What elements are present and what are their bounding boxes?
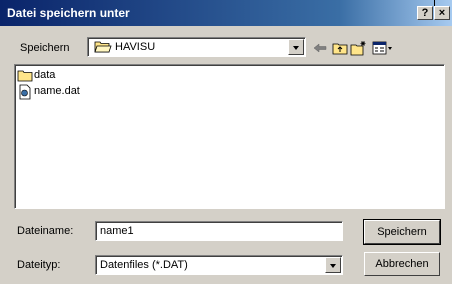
save-button[interactable]: Speichern <box>363 219 441 245</box>
filetype-dropdown-button[interactable] <box>325 257 341 273</box>
current-folder-name: HAVISU <box>115 41 156 53</box>
help-button[interactable]: ? <box>417 6 433 20</box>
filetype-select[interactable]: Datenfiles (*.DAT) <box>95 255 343 275</box>
file-list[interactable]: data name.dat <box>14 64 445 209</box>
filetype-value: Datenfiles (*.DAT) <box>100 259 188 271</box>
save-in-dropdown[interactable]: HAVISU <box>87 37 306 57</box>
filename-input[interactable]: name1 <box>95 221 343 241</box>
view-menu-icon[interactable] <box>372 40 394 56</box>
filename-label: Dateiname: <box>17 225 74 237</box>
back-arrow-icon[interactable] <box>312 40 328 56</box>
title-bar: Datei speichern unter ? × <box>0 0 452 26</box>
file-name: data <box>34 69 56 81</box>
folder-icon <box>17 70 33 82</box>
frame-edge <box>434 0 435 6</box>
up-folder-icon[interactable] <box>332 40 348 56</box>
cancel-button[interactable]: Abbrechen <box>364 252 440 276</box>
filename-value: name1 <box>100 225 134 237</box>
close-button[interactable]: × <box>434 6 450 20</box>
save-in-dropdown-button[interactable] <box>288 39 304 55</box>
new-folder-icon[interactable] <box>350 40 366 56</box>
open-folder-icon <box>94 41 112 53</box>
save-in-label: Speichern <box>20 42 70 54</box>
dat-file-icon <box>19 84 31 100</box>
window-title: Datei speichern unter <box>7 6 130 20</box>
filetype-label: Dateityp: <box>17 259 61 271</box>
file-name: name.dat <box>34 85 80 97</box>
